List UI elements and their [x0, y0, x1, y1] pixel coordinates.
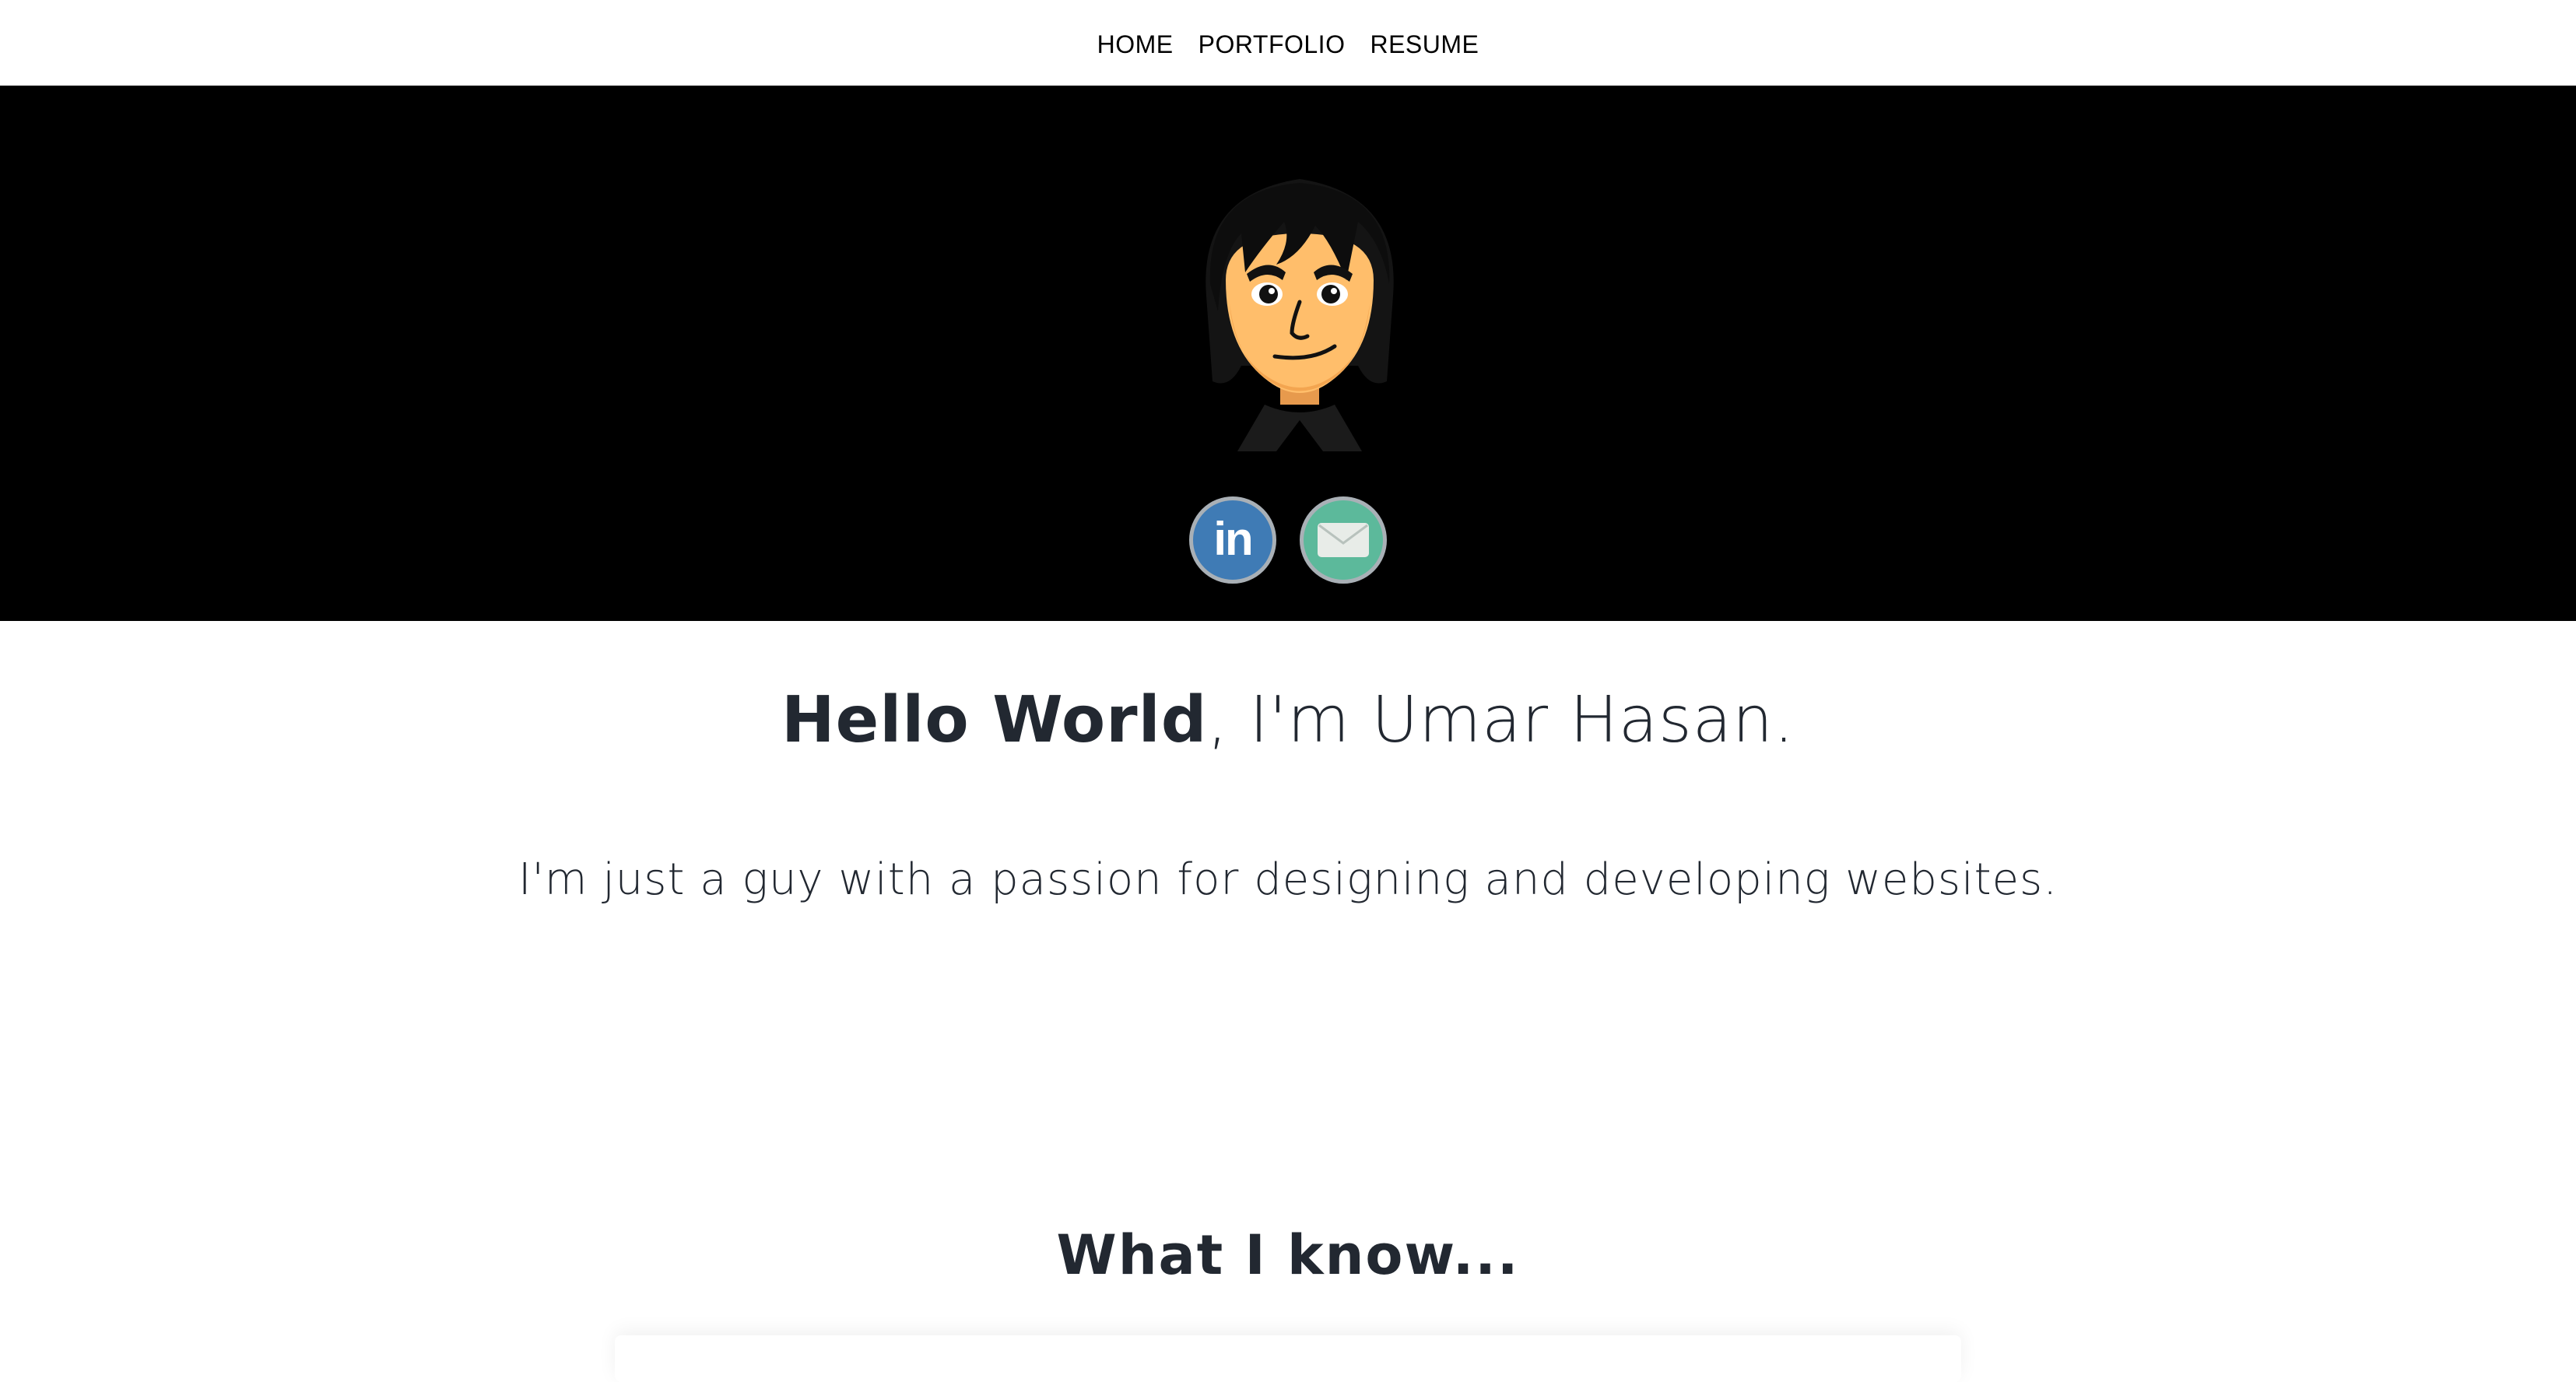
hero-banner: in	[0, 86, 2576, 621]
nav-portfolio-link[interactable]: PORTFOLIO	[1199, 27, 1346, 59]
email-icon[interactable]	[1300, 496, 1387, 584]
top-nav: HOME PORTFOLIO RESUME	[0, 0, 2576, 86]
linkedin-icon[interactable]: in	[1189, 496, 1276, 584]
social-links: in	[0, 496, 2576, 584]
greeting-rest: , I'm Umar Hasan.	[1207, 683, 1795, 757]
greeting-heading: Hello World, I'm Umar Hasan.	[0, 683, 2576, 757]
envelope-icon	[1318, 523, 1369, 557]
greeting-bold: Hello World	[781, 683, 1208, 757]
nav-home-link[interactable]: HOME	[1097, 27, 1174, 59]
tagline: I'm just a guy with a passion for design…	[518, 854, 2058, 905]
nav-resume-link[interactable]: RESUME	[1370, 27, 1479, 59]
linkedin-label: in	[1213, 512, 1253, 565]
skills-card	[615, 1335, 1961, 1382]
skills-heading: What I know...	[1056, 1223, 1520, 1287]
avatar-icon	[1206, 179, 1394, 451]
